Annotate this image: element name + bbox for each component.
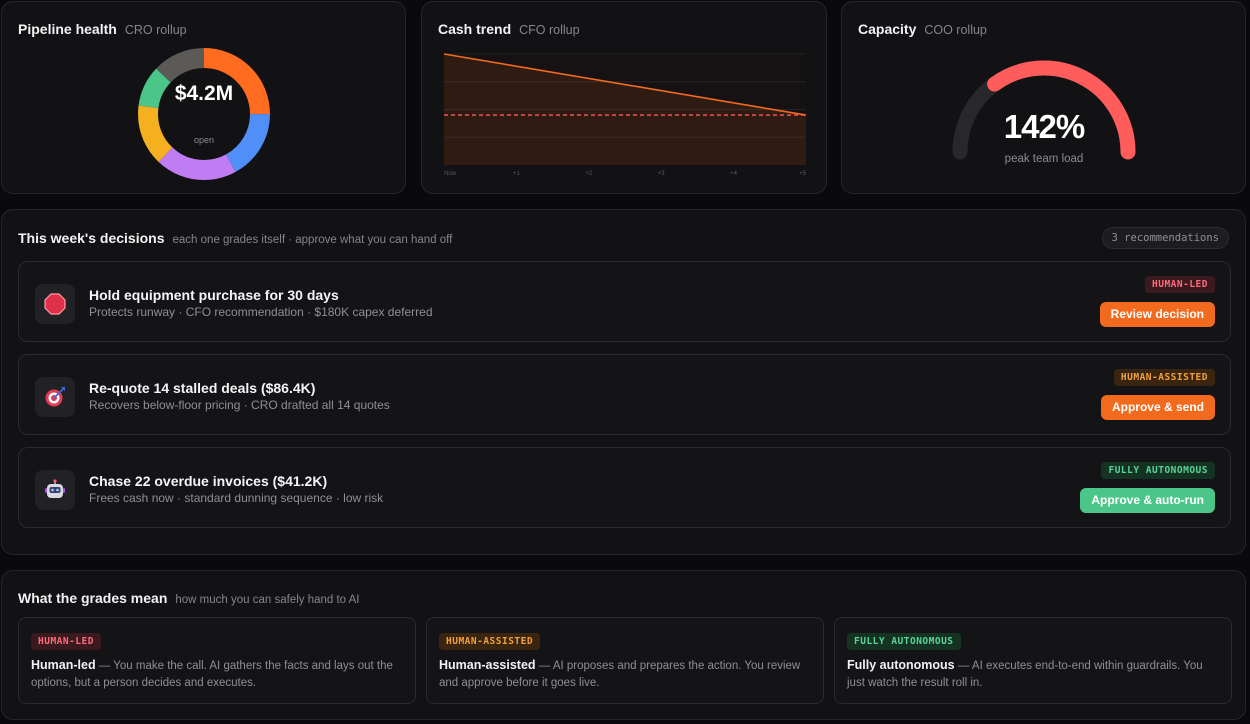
capacity-title: Capacity COO rollup [858, 21, 987, 37]
decisions-subtitle: each one grades itself · approve what yo… [172, 234, 453, 246]
decision-title: Chase 22 overdue invoices ($41.2K) [89, 473, 328, 489]
grade-tag: HUMAN-ASSISTED [1113, 369, 1215, 386]
capacity-subtitle: COO rollup [924, 23, 987, 37]
grade-description: Human-led — You make the call. AI gather… [31, 658, 393, 689]
pipeline-subtitle: CRO rollup [124, 23, 187, 37]
grade-tag: HUMAN-ASSISTED [439, 633, 541, 650]
decision-card: Hold equipment purchase for 30 days Prot… [18, 261, 1231, 342]
cash-trend-card: Cash trend CFO rollup Now +1 +2 +3 +4 +5 [421, 1, 827, 194]
grade-tag: FULLY AUTONOMOUS [1101, 462, 1215, 479]
capacity-value: 142% [1003, 108, 1085, 145]
target-icon [35, 377, 75, 417]
x-tick-label: +3 [658, 171, 666, 177]
stop-icon [35, 284, 75, 324]
x-tick-label: +5 [799, 171, 807, 177]
grade-name: Fully autonomous [847, 658, 955, 672]
cash-trend-chart: Now +1 +2 +3 +4 +5 [443, 53, 807, 177]
approve-and-auto-run-button[interactable]: Approve & auto-run [1080, 488, 1215, 513]
review-decision-button[interactable]: Review decision [1099, 302, 1215, 327]
decision-description: Recovers below-floor pricing · CRO draft… [89, 398, 390, 412]
pipeline-value: $4.2M [174, 82, 234, 105]
grade-name: Human-led [31, 658, 96, 672]
decision-description: Protects runway · CFO recommendation · $… [89, 305, 433, 319]
cash-subtitle: CFO rollup [519, 23, 580, 37]
x-tick-label: Now [444, 171, 457, 177]
grade-card-human-led: HUMAN-LED Human-led — You make the call.… [18, 617, 416, 704]
grades-title: What the grades mean how much you can saf… [18, 590, 360, 606]
decision-card: Chase 22 overdue invoices ($41.2K) Frees… [18, 447, 1231, 528]
x-tick-label: +4 [730, 171, 738, 177]
x-tick-label: +1 [513, 171, 521, 177]
approve-and-send-button[interactable]: Approve & send [1100, 395, 1215, 420]
grade-tag: HUMAN-LED [31, 633, 101, 650]
pipeline-title: Pipeline health CRO rollup [18, 21, 187, 37]
decisions-panel: This week's decisions each one grades its… [1, 209, 1246, 555]
grades-legend-panel: What the grades mean how much you can saf… [1, 570, 1246, 720]
grade-card-human-assisted: HUMAN-ASSISTED Human-assisted — AI propo… [426, 617, 824, 704]
pipeline-health-card: Pipeline health CRO rollup $4.2M open [1, 1, 406, 194]
pipeline-donut: $4.2M open [138, 48, 270, 180]
grade-name: Human-assisted [439, 658, 536, 672]
capacity-card: Capacity COO rollup 142% peak team load [841, 1, 1246, 194]
decision-description: Frees cash now · standard dunning sequen… [89, 491, 384, 505]
recommendations-count-badge: 3 recommendations [1101, 227, 1229, 249]
decision-title: Hold equipment purchase for 30 days [89, 287, 339, 303]
grades-subtitle: how much you can safely hand to AI [175, 594, 360, 606]
pipeline-value-label: open [193, 135, 215, 145]
decision-title: Re-quote 14 stalled deals ($86.4K) [89, 380, 316, 396]
grade-description: Human-assisted — AI proposes and prepare… [439, 658, 801, 689]
x-tick-label: +2 [585, 171, 593, 177]
grade-card-fully-autonomous: FULLY AUTONOMOUS Fully autonomous — AI e… [834, 617, 1232, 704]
decisions-title: This week's decisions each one grades its… [18, 230, 453, 246]
grade-tag: FULLY AUTONOMOUS [847, 633, 961, 650]
cash-title: Cash trend CFO rollup [438, 21, 580, 37]
donut-chart [138, 48, 270, 180]
grade-description: Fully autonomous — AI executes end-to-en… [847, 658, 1203, 689]
grade-tag: HUMAN-LED [1145, 276, 1215, 293]
decision-card: Re-quote 14 stalled deals ($86.4K) Recov… [18, 354, 1231, 435]
capacity-label: peak team load [1004, 153, 1084, 165]
robot-icon [35, 470, 75, 510]
